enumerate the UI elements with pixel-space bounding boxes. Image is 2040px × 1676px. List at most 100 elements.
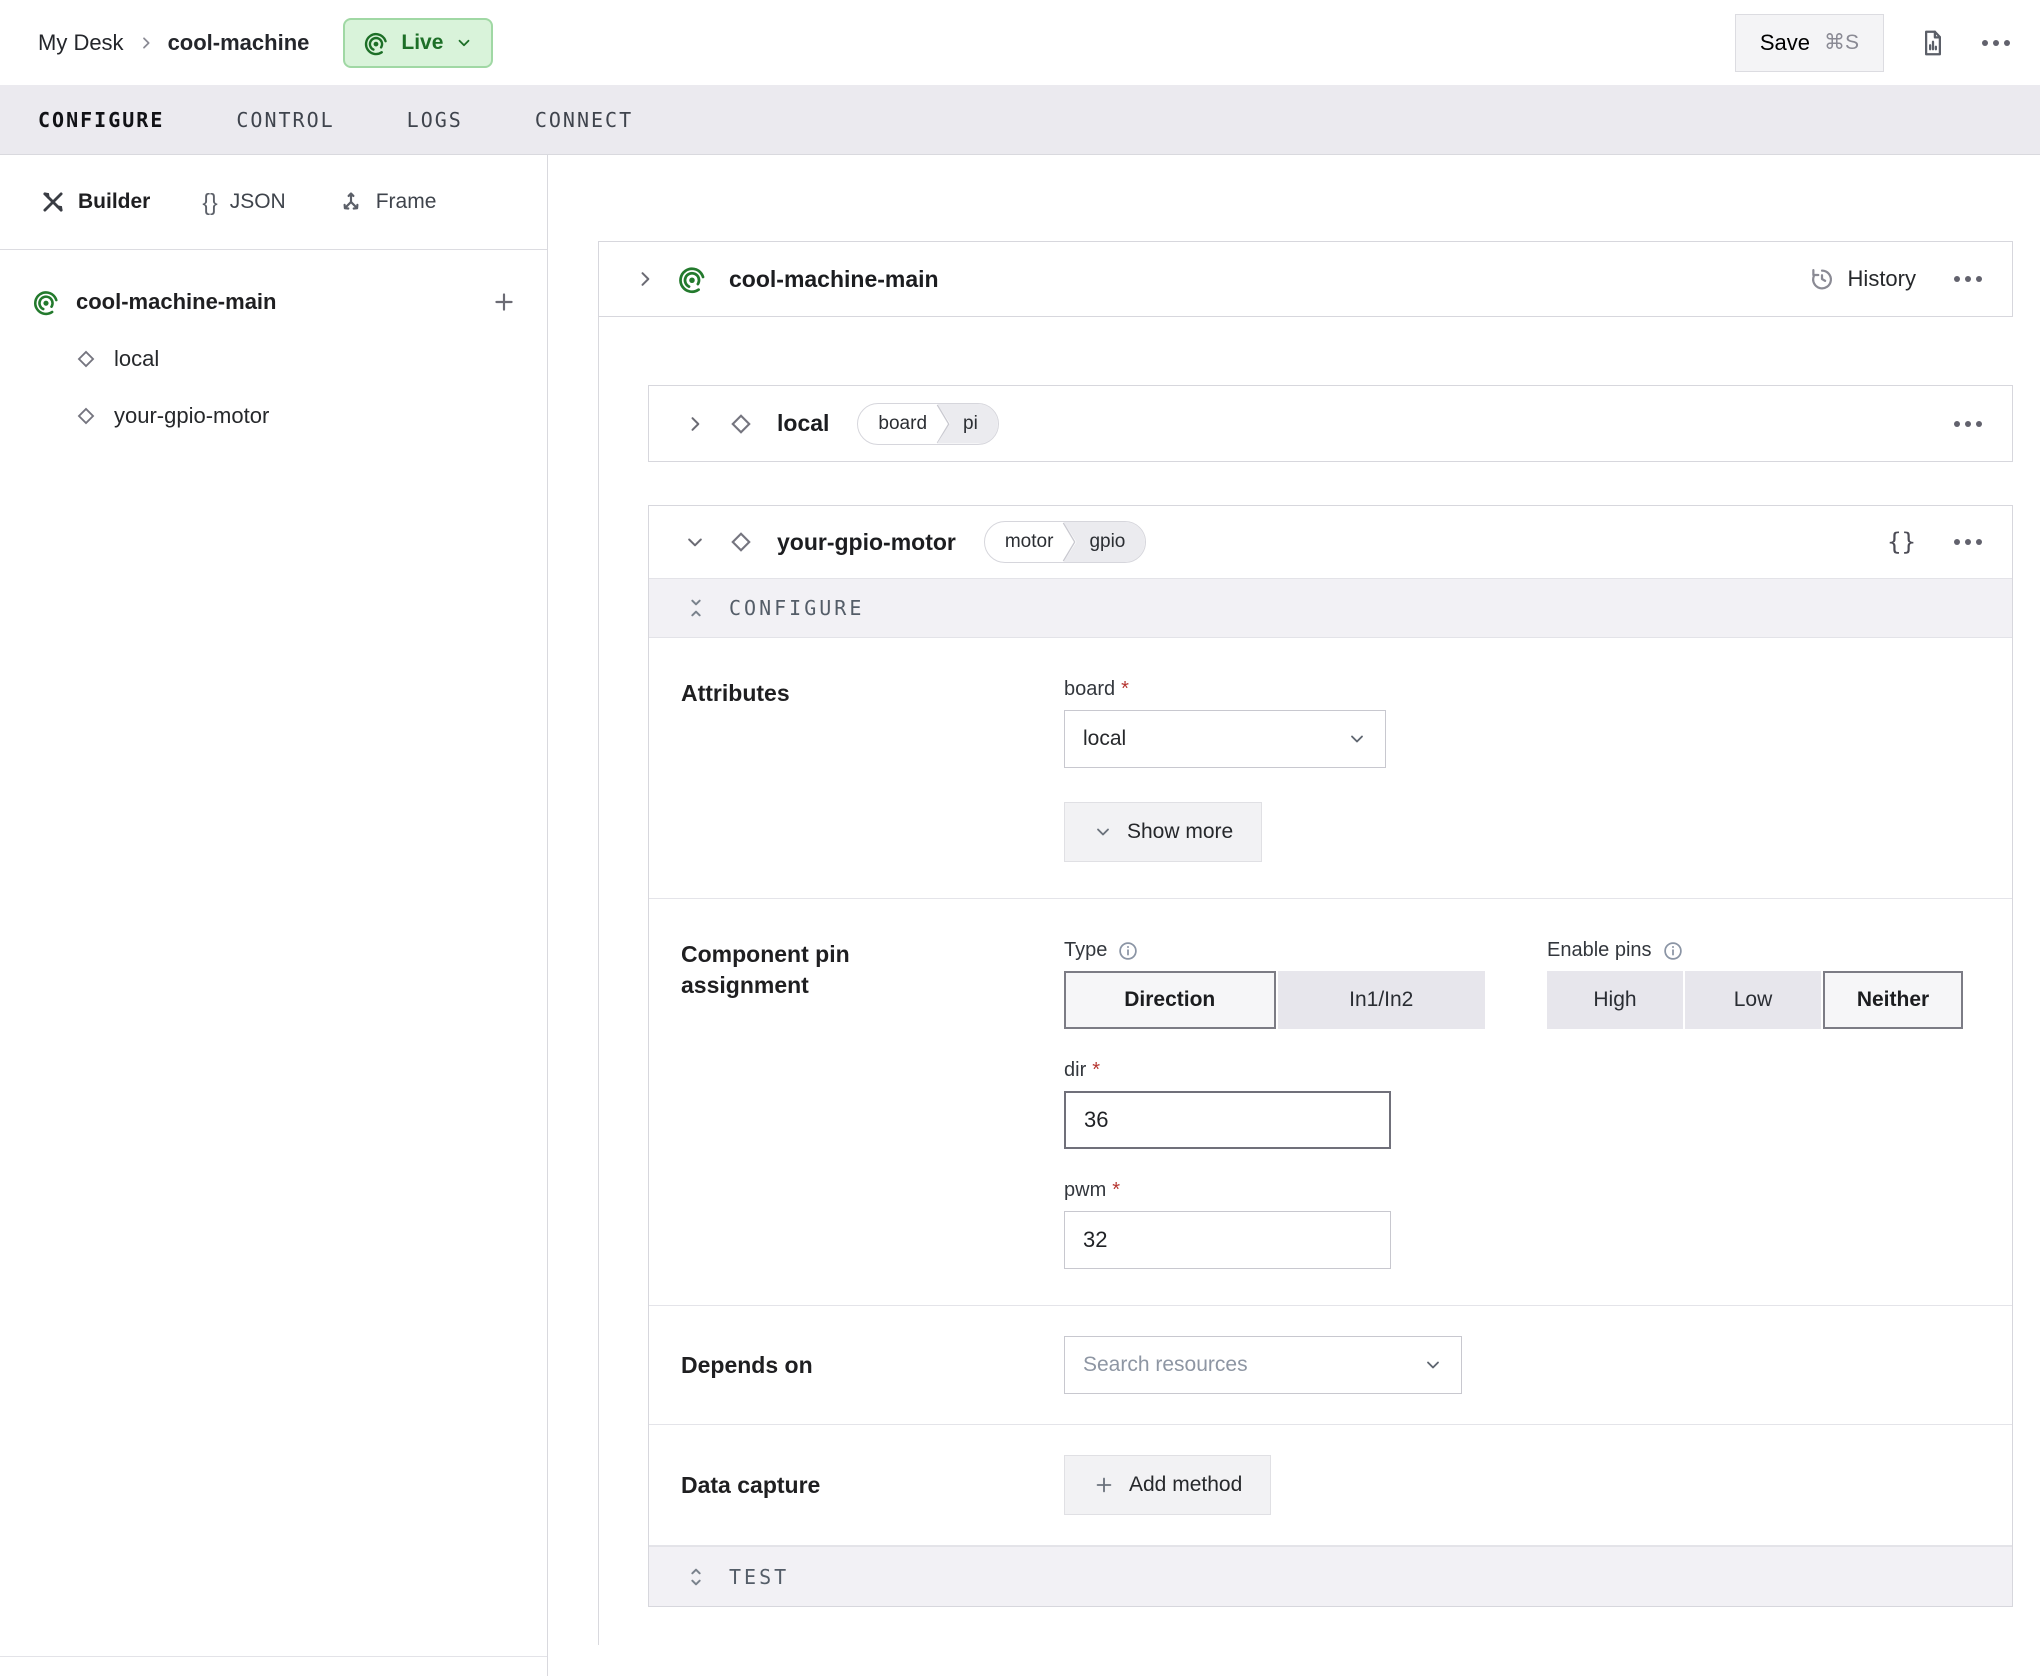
data-capture-section-label: Data capture [681,1470,1064,1501]
diamond-icon [74,347,98,371]
top-right-actions: Save ⌘S [1735,14,2010,72]
depends-on-select[interactable]: Search resources [1064,1336,1462,1394]
tab-logs[interactable]: LOGS [407,108,463,132]
save-shortcut: ⌘S [1824,30,1859,55]
diamond-icon [727,410,755,438]
resource-tree: cool-machine-main local your-gpio-motor [0,250,547,444]
type-option-direction[interactable]: Direction [1064,971,1276,1029]
dir-field-label: dir [1064,1059,1100,1082]
broadcast-icon [32,288,60,316]
show-more-button[interactable]: Show more [1064,802,1262,862]
builder-canvas: cool-machine-main History [548,155,2040,1676]
breadcrumb-current: cool-machine [168,30,310,56]
resource-type-tag: board pi [857,403,998,445]
view-tab-frame-label: Frame [376,190,437,214]
live-status-badge[interactable]: Live [343,18,493,68]
diamond-icon [74,404,98,428]
tab-control[interactable]: CONTROL [236,108,334,132]
collapse-vertical-icon [685,596,707,620]
enable-option-high[interactable]: High [1547,971,1683,1029]
machine-tabbar: CONFIGURE CONTROL LOGS CONNECT [0,85,2040,155]
tag-type: motor [985,522,1064,562]
machine-part-card: cool-machine-main History [598,241,2013,317]
save-label: Save [1760,30,1810,56]
chevron-down-icon [1423,1355,1443,1375]
type-field-label: Type [1064,939,1107,962]
machine-report-button[interactable] [1918,27,1948,59]
type-option-in1in2[interactable]: In1/In2 [1278,971,1486,1029]
enable-option-neither[interactable]: Neither [1823,971,1963,1029]
tag-type: board [858,404,937,444]
tree-item-your-gpio-motor[interactable]: your-gpio-motor [32,387,517,444]
tree-item-label: cool-machine-main [76,289,276,315]
enable-option-low[interactable]: Low [1685,971,1821,1029]
top-menu-ellipsis-button[interactable] [1982,40,2010,46]
expand-chevron-right-icon[interactable] [635,269,655,289]
tab-connect[interactable]: CONNECT [535,108,633,132]
enable-pins-field-label: Enable pins [1547,939,1652,962]
tree-item-machine-part[interactable]: cool-machine-main [32,274,517,330]
configure-section-bar[interactable]: CONFIGURE [649,578,2012,638]
add-method-button[interactable]: Add method [1064,1455,1271,1515]
attributes-section-label: Attributes [681,678,1064,862]
attributes-section: Attributes board local [649,638,2012,899]
tree-connector-line [598,317,599,1645]
test-section-bar[interactable]: TEST [649,1546,2012,1606]
crossed-tools-icon [40,189,66,215]
depends-on-section-label: Depends on [681,1350,1064,1381]
tab-configure[interactable]: CONFIGURE [38,108,164,132]
breadcrumb: My Desk cool-machine [38,30,309,56]
view-tab-frame[interactable]: Frame [338,189,437,215]
pwm-field-label: pwm [1064,1179,1120,1202]
local-card-menu-button[interactable] [1954,421,1982,427]
pwm-pin-input[interactable] [1064,1211,1391,1269]
view-mode-tabs: Builder {} JSON Frame [0,155,547,250]
history-label: History [1848,266,1916,292]
braces-icon: {} [202,189,217,216]
json-mode-button[interactable]: {} [1887,528,1916,556]
board-select[interactable]: local [1064,710,1386,768]
local-board-card: local board pi [648,385,2013,462]
broadcast-icon [677,264,707,294]
add-component-button[interactable] [491,289,517,315]
add-method-label: Add method [1129,1473,1242,1497]
machine-part-menu-button[interactable] [1954,276,1982,282]
dir-pin-input[interactable] [1064,1091,1391,1149]
clock-history-icon [1808,265,1836,293]
collapse-chevron-down-icon[interactable] [685,532,705,552]
motor-component-card: your-gpio-motor motor gpio {} [648,505,2013,1607]
show-more-label: Show more [1127,820,1233,844]
view-tab-builder[interactable]: Builder [40,189,150,215]
depends-on-placeholder: Search resources [1083,1353,1248,1377]
tree-item-local[interactable]: local [32,330,517,387]
breadcrumb-parent[interactable]: My Desk [38,30,124,56]
document-chart-icon [1918,27,1948,59]
save-button[interactable]: Save ⌘S [1735,14,1884,72]
live-label: Live [401,31,443,55]
expand-chevron-right-icon[interactable] [685,414,705,434]
sidebar-divider [0,1656,547,1657]
motor-card-menu-button[interactable] [1954,539,1982,545]
test-section-label: TEST [729,1565,789,1589]
depends-on-section: Depends on Search resources [649,1306,2012,1425]
enable-pins-toggle-group: Enable pins High Low Neither [1547,939,1963,1029]
tree-item-label: your-gpio-motor [114,403,269,429]
view-tab-json-label: JSON [230,190,286,214]
view-tab-builder-label: Builder [78,190,150,214]
board-select-value: local [1083,727,1126,751]
content-area: Builder {} JSON Frame [0,155,2040,1676]
tree-item-label: local [114,346,159,372]
app-root: My Desk cool-machine Live Save ⌘ [0,0,2040,1676]
top-header: My Desk cool-machine Live Save ⌘ [0,0,2040,85]
data-capture-section: Data capture Add method [649,1425,2012,1546]
info-circle-icon[interactable] [1662,940,1684,962]
type-toggle-group: Type Direction In1/In2 [1064,939,1485,1029]
history-button[interactable]: History [1808,265,1916,293]
machine-part-title: cool-machine-main [729,266,939,293]
chevron-down-icon [455,34,473,52]
view-tab-json[interactable]: {} JSON [202,189,285,216]
configure-section-label: CONFIGURE [729,596,864,620]
info-circle-icon[interactable] [1117,940,1139,962]
config-sidebar: Builder {} JSON Frame [0,155,548,1676]
motor-card-title: your-gpio-motor [777,529,956,556]
